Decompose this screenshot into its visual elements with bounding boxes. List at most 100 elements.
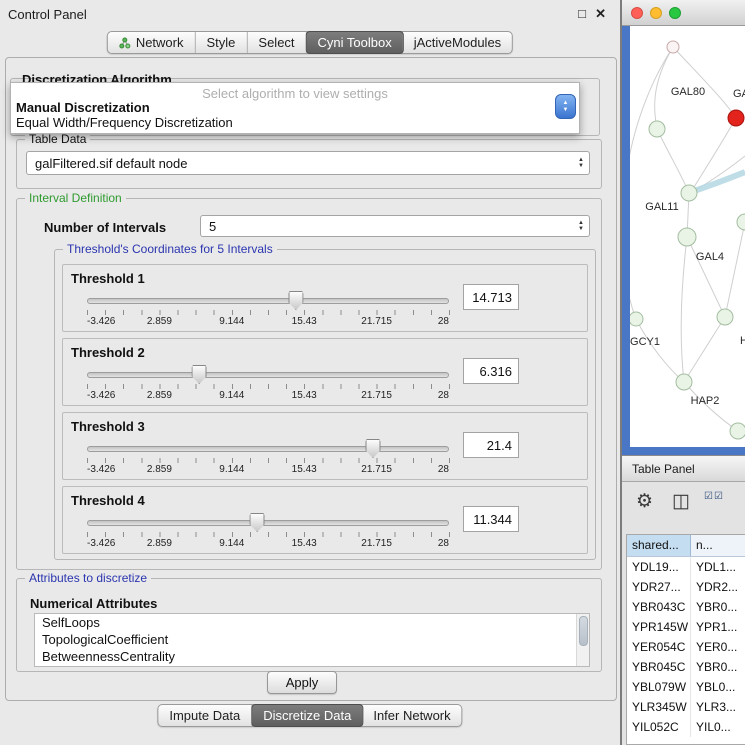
zoom-traffic-light[interactable] xyxy=(669,7,681,19)
network-node[interactable] xyxy=(630,312,643,326)
scale-label: -3.426 xyxy=(87,464,115,475)
network-node-labels: GAL80 GA GAL11 GAL4 GCY1 H HAP2 xyxy=(630,86,745,407)
columns-icon[interactable]: ◫ xyxy=(672,490,690,513)
tab-infer-network[interactable]: Infer Network xyxy=(362,705,461,726)
slider-ticks xyxy=(87,532,450,537)
network-node[interactable] xyxy=(676,374,692,390)
slider-thumb[interactable] xyxy=(365,439,380,458)
minimize-traffic-light[interactable] xyxy=(650,7,662,19)
cell[interactable]: YBR0... xyxy=(691,657,745,677)
threshold-2-value-field[interactable]: 6.316 xyxy=(463,358,519,384)
table-row[interactable]: YDR27...YDR2... xyxy=(627,577,745,597)
tab-discretize-data[interactable]: Discretize Data xyxy=(251,704,363,727)
slider-track[interactable] xyxy=(87,446,449,452)
scale-label: 9.144 xyxy=(219,538,244,549)
numerical-attributes-label: Numerical Attributes xyxy=(30,596,157,611)
slider-thumb[interactable] xyxy=(192,365,207,384)
tab-impute-data[interactable]: Impute Data xyxy=(158,705,252,726)
table-row[interactable]: YLR345WYLR3... xyxy=(627,697,745,717)
cell[interactable]: YPR145W xyxy=(627,617,691,637)
cell[interactable]: YLR3... xyxy=(691,697,745,717)
table-row[interactable]: YER054CYER0... xyxy=(627,637,745,657)
threshold-2-slider[interactable] xyxy=(87,365,449,383)
slider-thumb[interactable] xyxy=(288,291,303,310)
slider-thumb[interactable] xyxy=(250,513,265,532)
scale-label: 9.144 xyxy=(219,464,244,475)
list-item[interactable]: SelfLoops xyxy=(35,614,589,631)
threshold-4-slider[interactable] xyxy=(87,513,449,531)
cell[interactable]: YBL079W xyxy=(627,677,691,697)
cell[interactable]: YER054C xyxy=(627,637,691,657)
table-data-group-label: Table Data xyxy=(25,132,90,146)
gear-icon[interactable]: ⚙ xyxy=(636,490,653,513)
table-data-select[interactable]: galFiltered.sif default node ▲▼ xyxy=(26,151,590,175)
float-window-icon[interactable]: □ xyxy=(578,6,586,21)
cell[interactable]: YDL1... xyxy=(691,557,745,577)
cell[interactable]: YIL052C xyxy=(627,717,691,737)
cell[interactable]: YPR1... xyxy=(691,617,745,637)
column-visibility-checkboxes-icon[interactable]: ☑☑ xyxy=(704,492,724,502)
slider-scale: -3.426 2.859 9.144 15.43 21.715 28 xyxy=(87,390,449,401)
list-scrollbar[interactable] xyxy=(576,614,589,666)
scrollbar-thumb[interactable] xyxy=(579,616,588,646)
slider-ticks xyxy=(87,458,450,463)
cell[interactable]: YBR0... xyxy=(691,597,745,617)
window-title: Control Panel xyxy=(8,7,87,22)
tab-jactivemodules[interactable]: jActiveModules xyxy=(403,32,512,53)
network-node[interactable] xyxy=(681,185,697,201)
network-node[interactable] xyxy=(667,41,679,53)
tab-style[interactable]: Style xyxy=(196,32,248,53)
table-row[interactable]: YIL052CYIL0... xyxy=(627,717,745,737)
threshold-1-slider[interactable] xyxy=(87,291,449,309)
menu-item-manual-discretization[interactable]: Manual Discretization xyxy=(16,100,551,115)
close-window-icon[interactable]: ✕ xyxy=(595,6,606,22)
cell[interactable]: YBL0... xyxy=(691,677,745,697)
scale-label: 21.715 xyxy=(361,316,392,327)
tab-label: Select xyxy=(258,35,294,50)
combo-stepper-icon[interactable]: ▲ ▼ xyxy=(555,94,576,119)
table-row[interactable]: YBL079WYBL0... xyxy=(627,677,745,697)
threshold-1-value-field[interactable]: 14.713 xyxy=(463,284,519,310)
table-row[interactable]: YBR045CYBR0... xyxy=(627,657,745,677)
node-label: GCY1 xyxy=(630,336,660,348)
cell[interactable]: YBR043C xyxy=(627,597,691,617)
network-node[interactable] xyxy=(730,423,745,439)
slider-track[interactable] xyxy=(87,372,449,378)
threshold-3-value-field[interactable]: 21.4 xyxy=(463,432,519,458)
column-header-name[interactable]: n... xyxy=(691,535,745,556)
cell[interactable]: YDR2... xyxy=(691,577,745,597)
table-row[interactable]: YDL19...YDL1... xyxy=(627,557,745,577)
close-traffic-light[interactable] xyxy=(631,7,643,19)
threshold-3-slider[interactable] xyxy=(87,439,449,457)
node-label: GAL11 xyxy=(645,201,678,213)
column-header-shared-name[interactable]: shared... xyxy=(627,535,691,556)
network-node[interactable] xyxy=(737,214,745,230)
list-item[interactable]: TopologicalCoefficient xyxy=(35,631,589,648)
list-item[interactable]: BetweennessCentrality xyxy=(35,648,589,665)
slider-track[interactable] xyxy=(87,520,449,526)
scale-label: 21.715 xyxy=(361,538,392,549)
tab-network[interactable]: Network xyxy=(108,32,196,53)
slider-scale: -3.426 2.859 9.144 15.43 21.715 28 xyxy=(87,464,449,475)
network-canvas[interactable]: GAL80 GA GAL11 GAL4 GCY1 H HAP2 xyxy=(630,26,745,447)
network-node[interactable] xyxy=(649,121,665,137)
network-node-selected-red[interactable] xyxy=(728,110,744,126)
menu-item-equal-width-frequency[interactable]: Equal Width/Frequency Discretization xyxy=(16,115,551,130)
cell[interactable]: YDL19... xyxy=(627,557,691,577)
network-node[interactable] xyxy=(717,309,733,325)
tab-cyni-toolbox[interactable]: Cyni Toolbox xyxy=(306,31,404,54)
cell[interactable]: YDR27... xyxy=(627,577,691,597)
scale-label: 15.43 xyxy=(292,316,317,327)
cell[interactable]: YLR345W xyxy=(627,697,691,717)
threshold-4-value-field[interactable]: 11.344 xyxy=(463,506,519,532)
table-row[interactable]: YPR145WYPR1... xyxy=(627,617,745,637)
apply-button[interactable]: Apply xyxy=(267,671,337,694)
network-node[interactable] xyxy=(678,228,696,246)
number-of-intervals-select[interactable]: 5 ▲▼ xyxy=(200,215,590,237)
slider-track[interactable] xyxy=(87,298,449,304)
cell[interactable]: YBR045C xyxy=(627,657,691,677)
cell[interactable]: YER0... xyxy=(691,637,745,657)
table-row[interactable]: YBR043CYBR0... xyxy=(627,597,745,617)
cell[interactable]: YIL0... xyxy=(691,717,745,737)
tab-select[interactable]: Select xyxy=(247,32,306,53)
